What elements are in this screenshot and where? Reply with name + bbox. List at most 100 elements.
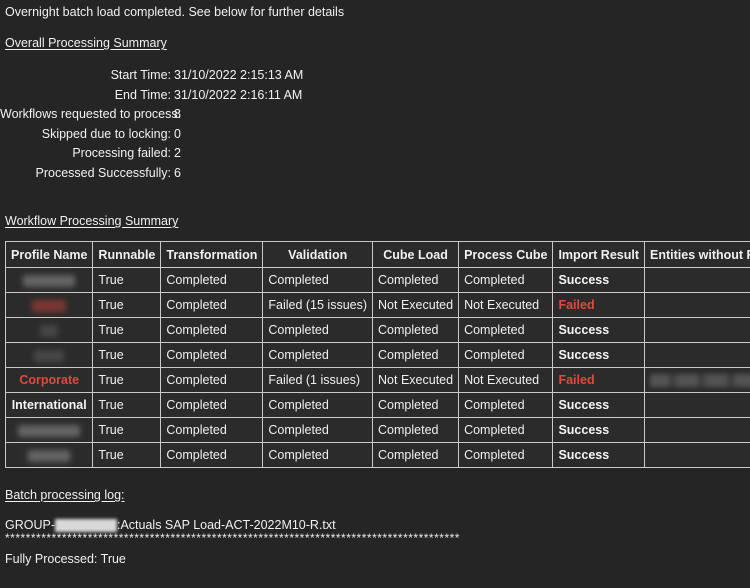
cell-profile-name: International (6, 393, 94, 418)
summary-value: 31/10/2022 2:16:11 AM (174, 87, 303, 102)
cell-import-result: Success (553, 268, 646, 293)
summary-label: End Time: (114, 87, 171, 102)
cell-process-cube: Not Executed (459, 368, 554, 393)
column-header-entities-without-files: Entities without Files: (645, 242, 750, 268)
cell-profile-name (6, 443, 94, 468)
table-row: True Completed Failed (15 issues) Not Execu… (6, 293, 750, 318)
cell-process-cube: Completed (459, 268, 554, 293)
cell-transformation: Completed (161, 343, 264, 368)
redacted-profile-name (28, 449, 71, 462)
cell-profile-name (6, 343, 94, 368)
table-row: True Completed Completed Completed Completed… (6, 443, 750, 468)
cell-process-cube: Completed (459, 318, 554, 343)
summary-label: Skipped due to locking: (41, 126, 171, 141)
cell-transformation: Completed (161, 393, 264, 418)
redacted-profile-name (40, 324, 59, 337)
cell-validation: Completed (263, 268, 374, 293)
log-fully-processed: Fully Processed: True (5, 552, 126, 566)
summary-row: Processing failed: 2 (0, 146, 420, 166)
cell-validation: Completed (263, 318, 374, 343)
table-row: True Completed Completed Completed Completed… (6, 318, 750, 343)
cell-validation: Completed (263, 418, 374, 443)
cell-profile-name (6, 318, 94, 343)
cell-cube-load: Completed (373, 393, 460, 418)
cell-validation: Completed (263, 443, 374, 468)
table-row: True Completed Completed Completed Completed… (6, 343, 750, 368)
column-header-import-result: Import Result (553, 242, 646, 268)
column-header-cube-load: Cube Load (373, 242, 460, 268)
cell-cube-load: Completed (373, 443, 460, 468)
cell-import-result: Failed (553, 293, 646, 318)
table-row: International True Completed Completed Compl… (6, 393, 750, 418)
overall-summary-list: Start Time: 31/10/2022 2:15:13 AM End Time… (0, 68, 420, 185)
cell-transformation: Completed (161, 368, 264, 393)
redacted-entities-list (650, 374, 750, 388)
cell-runnable: True (93, 443, 162, 468)
cell-transformation: Completed (161, 293, 264, 318)
cell-entities-without-files (645, 343, 750, 368)
table-row: Corporate True Completed Failed (1 issues) N… (6, 368, 750, 393)
redacted-profile-name (23, 274, 76, 287)
cell-import-result: Failed (553, 368, 646, 393)
cell-runnable: True (93, 318, 162, 343)
report-page: Overnight batch load completed. See belo… (0, 0, 750, 588)
column-header-validation: Validation (263, 242, 374, 268)
cell-profile-name (6, 268, 94, 293)
cell-entities-without-files (645, 268, 750, 293)
cell-import-result: Success (553, 343, 646, 368)
column-header-profile-name: Profile Name (6, 242, 94, 268)
cell-entities-without-files (645, 393, 750, 418)
cell-runnable: True (93, 418, 162, 443)
cell-runnable: True (93, 293, 162, 318)
cell-entities-without-files (645, 443, 750, 468)
column-header-process-cube: Process Cube (459, 242, 554, 268)
cell-cube-load: Completed (373, 343, 460, 368)
cell-process-cube: Completed (459, 418, 554, 443)
summary-value: 0 (174, 126, 181, 141)
cell-import-result: Success (553, 443, 646, 468)
table-row: True Completed Completed Completed Completed… (6, 418, 750, 443)
cell-runnable: True (93, 368, 162, 393)
cell-process-cube: Completed (459, 343, 554, 368)
summary-label: Workflows requested to process: (0, 107, 182, 121)
cell-transformation: Completed (161, 418, 264, 443)
summary-value: 31/10/2022 2:15:13 AM (174, 68, 304, 82)
summary-value: 2 (174, 146, 181, 160)
table-header-row: Profile Name Runnable Transformation Valida… (6, 242, 750, 268)
log-file-suffix: :Actuals SAP Load-ACT-2022M10-R.txt (117, 518, 336, 532)
summary-label: Processing failed: (72, 146, 171, 160)
cell-entities-without-files (645, 368, 750, 393)
cell-runnable: True (93, 268, 162, 293)
cell-cube-load: Completed (373, 318, 460, 343)
column-header-transformation: Transformation (161, 242, 264, 268)
intro-line: Overnight batch load completed. See belo… (5, 5, 345, 19)
redacted-profile-name (18, 424, 81, 437)
cell-profile-name (6, 418, 94, 443)
cell-process-cube: Completed (459, 443, 554, 468)
cell-runnable: True (93, 393, 162, 418)
workflow-processing-table: Profile Name Runnable Transformation Valida… (5, 241, 750, 468)
cell-validation: Completed (263, 343, 374, 368)
cell-cube-load: Completed (373, 418, 460, 443)
summary-row: Skipped due to locking: 0 (0, 127, 420, 147)
cell-runnable: True (93, 343, 162, 368)
cell-entities-without-files (645, 318, 750, 343)
cell-process-cube: Completed (459, 393, 554, 418)
summary-value: 8 (174, 107, 181, 121)
cell-validation: Failed (1 issues) (263, 368, 374, 393)
cell-entities-without-files (645, 418, 750, 443)
cell-cube-load: Completed (373, 268, 460, 293)
summary-row: Workflows requested to process: 8 (0, 107, 420, 127)
cell-entities-without-files (645, 293, 750, 318)
log-separator-line: ****************************************… (5, 531, 460, 545)
cell-profile-name (6, 293, 94, 318)
cell-cube-load: Not Executed (373, 293, 460, 318)
cell-transformation: Completed (161, 318, 264, 343)
batch-log-heading: Batch processing log: (5, 488, 125, 502)
summary-row: Start Time: 31/10/2022 2:15:13 AM (0, 68, 420, 88)
summary-label: Processed Successfully: (35, 165, 171, 180)
cell-cube-load: Not Executed (373, 368, 460, 393)
overall-summary-heading: Overall Processing Summary (5, 36, 167, 50)
cell-import-result: Success (553, 393, 646, 418)
cell-profile-name: Corporate (6, 368, 94, 393)
